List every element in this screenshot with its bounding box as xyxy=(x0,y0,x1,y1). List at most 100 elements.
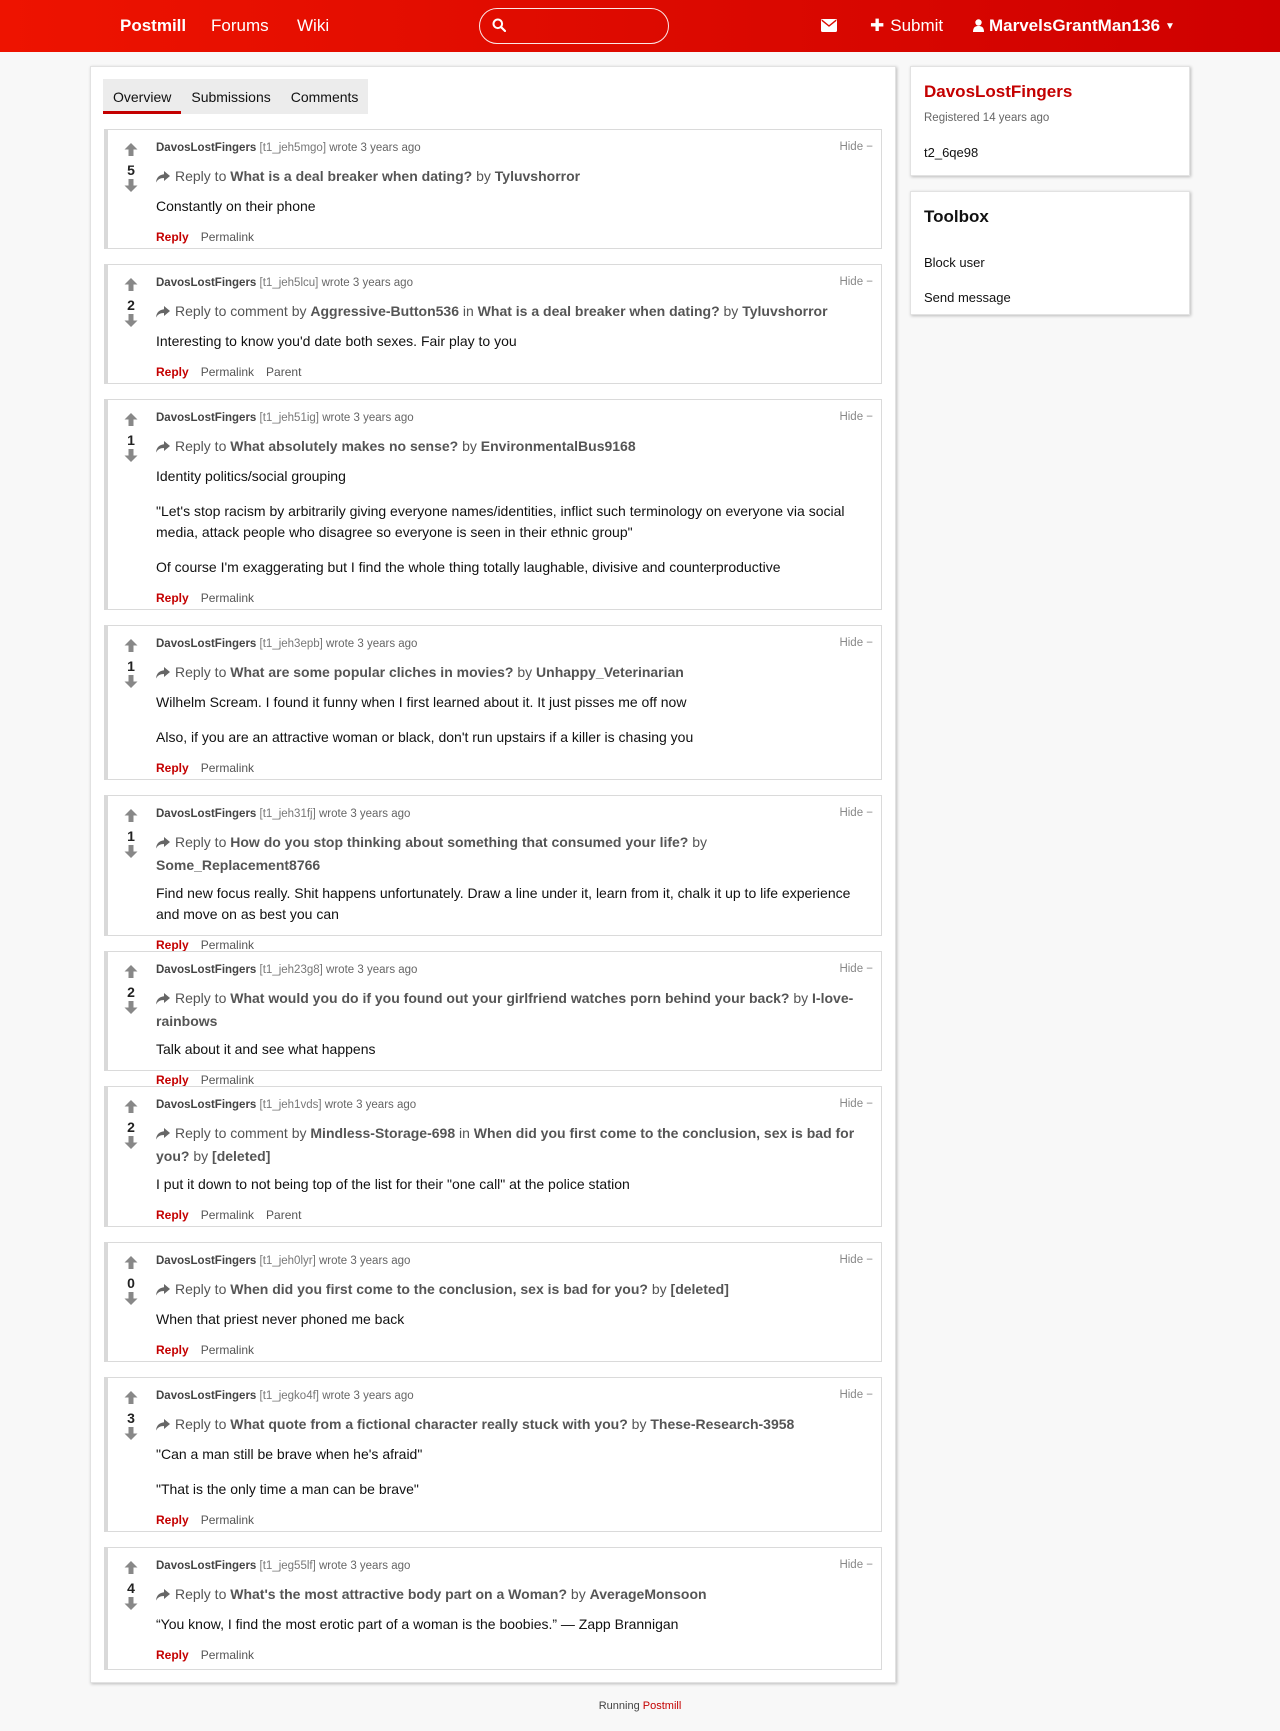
downvote-icon[interactable] xyxy=(121,845,141,863)
reply-submission-link[interactable]: What's the most attractive body part on … xyxy=(230,1586,567,1602)
hide-link[interactable]: Hide − xyxy=(839,1098,873,1110)
tab-comments[interactable]: Comments xyxy=(281,79,369,114)
downvote-icon[interactable] xyxy=(121,1001,141,1019)
reply-submission-link[interactable]: What would you do if you found out your … xyxy=(230,990,789,1006)
upvote-icon[interactable] xyxy=(121,278,141,296)
reply-link[interactable]: Reply xyxy=(156,1343,189,1357)
envelope-icon[interactable] xyxy=(821,19,837,37)
reply-submitter-link[interactable]: These-Research-3958 xyxy=(650,1416,794,1432)
comment-author-link[interactable]: DavosLostFingers xyxy=(156,1255,256,1267)
reply-submission-link[interactable]: What quote from a fictional character re… xyxy=(230,1416,628,1432)
reply-submitter-link[interactable]: Tyluvshorror xyxy=(495,168,580,184)
upvote-icon[interactable] xyxy=(121,809,141,827)
hide-link[interactable]: Hide − xyxy=(839,141,873,153)
comment-author-link[interactable]: DavosLostFingers xyxy=(156,412,256,424)
upvote-icon[interactable] xyxy=(121,413,141,431)
search-input[interactable] xyxy=(514,13,659,39)
comment-author-link[interactable]: DavosLostFingers xyxy=(156,142,256,154)
permalink-link[interactable]: Permalink xyxy=(201,365,254,379)
reply-link[interactable]: Reply xyxy=(156,365,189,379)
permalink-link[interactable]: Permalink xyxy=(201,1648,254,1662)
upvote-icon[interactable] xyxy=(121,1256,141,1274)
comment-item: 4 Hide − DavosLostFingers [t1_jeg55lf] wro… xyxy=(104,1547,882,1670)
parent-link[interactable]: Parent xyxy=(266,365,301,379)
upvote-icon[interactable] xyxy=(121,1100,141,1118)
downvote-icon[interactable] xyxy=(121,1136,141,1154)
search-box[interactable] xyxy=(479,8,669,44)
permalink-link[interactable]: Permalink xyxy=(201,1513,254,1527)
reply-submission-link[interactable]: What are some popular cliches in movies? xyxy=(230,664,513,680)
downvote-icon[interactable] xyxy=(121,314,141,332)
hide-link[interactable]: Hide − xyxy=(839,276,873,288)
comment-id: [t1_jeh5mgo] xyxy=(259,142,327,154)
reply-submitter-link[interactable]: [deleted] xyxy=(671,1281,729,1297)
comment-author-link[interactable]: DavosLostFingers xyxy=(156,1099,256,1111)
reply-link[interactable]: Reply xyxy=(156,761,189,775)
comment-author-link[interactable]: DavosLostFingers xyxy=(156,1390,256,1402)
hide-link[interactable]: Hide − xyxy=(839,807,873,819)
comment-author-link[interactable]: DavosLostFingers xyxy=(156,277,256,289)
comment-author-link[interactable]: DavosLostFingers xyxy=(156,808,256,820)
footer-postmill-link[interactable]: Postmill xyxy=(643,1700,682,1712)
reply-submission-link[interactable]: When did you first come to the conclusio… xyxy=(230,1281,648,1297)
comment-author-link[interactable]: DavosLostFingers xyxy=(156,638,256,650)
reply-link[interactable]: Reply xyxy=(156,1513,189,1527)
comment-author-link[interactable]: DavosLostFingers xyxy=(156,1560,256,1572)
forums-link[interactable]: Forums xyxy=(211,0,269,52)
comment-id: [t1_jeh1vds] xyxy=(259,1099,322,1111)
reply-link[interactable]: Reply xyxy=(156,1073,189,1087)
permalink-link[interactable]: Permalink xyxy=(201,591,254,605)
parent-link[interactable]: Parent xyxy=(266,1208,301,1222)
wiki-link[interactable]: Wiki xyxy=(297,0,329,52)
reply-submitter-link[interactable]: [deleted] xyxy=(212,1148,270,1164)
reply-submission-link[interactable]: How do you stop thinking about something… xyxy=(230,834,688,850)
downvote-icon[interactable] xyxy=(121,1292,141,1310)
reply-submitter-link[interactable]: AverageMonsoon xyxy=(590,1586,707,1602)
reply-submission-link[interactable]: What is a deal breaker when dating? xyxy=(478,303,720,319)
upvote-icon[interactable] xyxy=(121,143,141,161)
permalink-link[interactable]: Permalink xyxy=(201,1073,254,1087)
user-menu-button[interactable]: MarvelsGrantMan136 ▼ xyxy=(973,0,1175,52)
downvote-icon[interactable] xyxy=(121,1597,141,1615)
upvote-icon[interactable] xyxy=(121,1561,141,1579)
upvote-icon[interactable] xyxy=(121,1391,141,1409)
hide-link[interactable]: Hide − xyxy=(839,1254,873,1266)
profile-username[interactable]: DavosLostFingers xyxy=(924,82,1072,102)
permalink-link[interactable]: Permalink xyxy=(201,1208,254,1222)
hide-link[interactable]: Hide − xyxy=(839,1389,873,1401)
reply-submission-link[interactable]: What is a deal breaker when dating? xyxy=(230,168,472,184)
upvote-icon[interactable] xyxy=(121,965,141,983)
reply-parent-user-link[interactable]: Aggressive-Button536 xyxy=(310,303,459,319)
reply-link[interactable]: Reply xyxy=(156,938,189,952)
reply-link[interactable]: Reply xyxy=(156,1648,189,1662)
block-user-link[interactable]: Block user xyxy=(924,255,985,270)
permalink-link[interactable]: Permalink xyxy=(201,761,254,775)
reply-link[interactable]: Reply xyxy=(156,1208,189,1222)
hide-link[interactable]: Hide − xyxy=(839,1559,873,1571)
reply-submitter-link[interactable]: Some_Replacement8766 xyxy=(156,857,320,873)
send-message-link[interactable]: Send message xyxy=(924,290,1011,305)
hide-link[interactable]: Hide − xyxy=(839,963,873,975)
comment-author-link[interactable]: DavosLostFingers xyxy=(156,964,256,976)
reply-parent-user-link[interactable]: Mindless-Storage-698 xyxy=(310,1125,455,1141)
hide-link[interactable]: Hide − xyxy=(839,411,873,423)
tab-submissions[interactable]: Submissions xyxy=(181,79,280,114)
reply-link[interactable]: Reply xyxy=(156,230,189,244)
permalink-link[interactable]: Permalink xyxy=(201,230,254,244)
reply-submitter-link[interactable]: Tyluvshorror xyxy=(742,303,827,319)
reply-submitter-link[interactable]: EnvironmentalBus9168 xyxy=(481,438,636,454)
upvote-icon[interactable] xyxy=(121,639,141,657)
brand-link[interactable]: Postmill xyxy=(120,0,186,52)
tab-overview[interactable]: Overview xyxy=(103,79,182,114)
permalink-link[interactable]: Permalink xyxy=(201,938,254,952)
downvote-icon[interactable] xyxy=(121,1427,141,1445)
hide-link[interactable]: Hide − xyxy=(839,637,873,649)
downvote-icon[interactable] xyxy=(121,449,141,467)
reply-submission-link[interactable]: What absolutely makes no sense? xyxy=(230,438,458,454)
reply-link[interactable]: Reply xyxy=(156,591,189,605)
permalink-link[interactable]: Permalink xyxy=(201,1343,254,1357)
downvote-icon[interactable] xyxy=(121,675,141,693)
downvote-icon[interactable] xyxy=(121,179,141,197)
submit-button[interactable]: ✚ Submit xyxy=(870,0,943,52)
reply-submitter-link[interactable]: Unhappy_Veterinarian xyxy=(536,664,684,680)
